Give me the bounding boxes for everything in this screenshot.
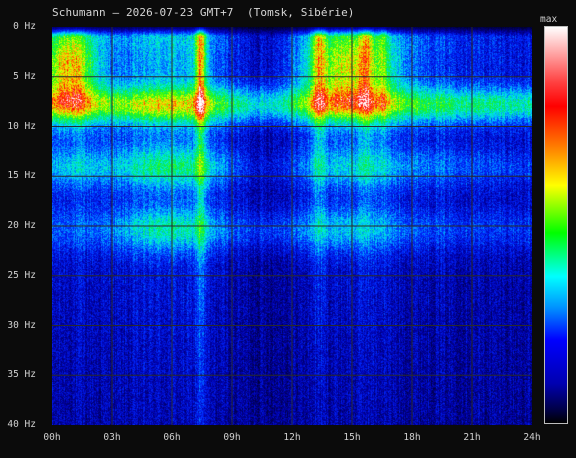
y-tick-label: 15 Hz	[7, 170, 36, 182]
x-tick-label: 15h	[343, 432, 361, 443]
x-tick-label: 00h	[43, 432, 61, 443]
x-tick-label: 06h	[163, 432, 181, 443]
colorbar-max-label: max	[540, 14, 558, 25]
x-tick-label: 12h	[283, 432, 301, 443]
y-tick-label: 5 Hz	[13, 70, 36, 82]
y-tick-label: 20 Hz	[7, 220, 36, 231]
colorbar	[544, 26, 568, 424]
x-tick-label: 18h	[403, 432, 421, 443]
x-tick-label: 09h	[223, 432, 241, 443]
y-tick-label: 35 Hz	[7, 369, 36, 381]
plot-grid	[52, 27, 532, 425]
x-tick-label: 21h	[463, 432, 481, 443]
y-tick-label: 30 Hz	[7, 319, 36, 331]
y-tick-label: 25 Hz	[7, 269, 36, 281]
y-tick-label: 0 Hz	[13, 21, 36, 32]
x-tick-label: 24h	[523, 432, 541, 443]
y-tick-label: 10 Hz	[7, 120, 36, 132]
spectrogram-plot	[52, 27, 532, 425]
x-tick-label: 03h	[103, 432, 121, 443]
chart-title: Schumann – 2026-07-23 GMT+7 (Tomsk, Sibé…	[52, 6, 355, 19]
y-tick-label: 40 Hz	[7, 419, 36, 430]
